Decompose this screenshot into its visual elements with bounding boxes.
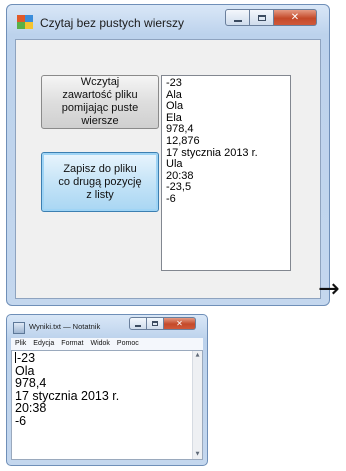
maximize-icon [152,321,158,326]
form-titlebar[interactable]: Czytaj bez pustych wierszy ✕ [7,5,329,39]
menu-view[interactable]: Widok [90,338,109,350]
menu-help[interactable]: Pomoc [117,338,139,350]
listbox-item[interactable]: -6 [166,193,290,206]
text-caret [15,352,16,363]
listbox-item[interactable]: -23,5 [166,182,290,194]
notepad-menubar: Plik Edycja Format Widok Pomoc [11,338,203,350]
text-line: 20:38 [15,401,47,415]
save-file-button-label: Zapisz do pliku co drugą pozycję z listy [58,162,142,201]
minimize-icon [135,324,141,327]
listbox-item[interactable]: Ula [166,159,290,171]
notepad-caption-buttons: ✕ [129,317,196,330]
scroll-down-icon[interactable]: ▼ [193,450,202,459]
notepad-window: Wyniki.txt — Notatnik ✕ Plik Edycja Form… [6,314,208,466]
listbox-item[interactable]: Ola [166,101,290,113]
notepad-icon [13,322,25,334]
text-line: 978,4 [15,376,47,390]
items-listbox[interactable]: -23 Ala Ola Ela 978,4 12,876 17 stycznia… [161,75,291,271]
app-icon [17,15,33,29]
notepad-close-button[interactable]: ✕ [164,317,196,330]
scroll-up-icon[interactable]: ▲ [193,351,202,360]
text-line-content: -23 [17,351,36,365]
listbox-item[interactable]: 12,876 [166,135,290,148]
vertical-scrollbar[interactable]: ▲ ▼ [192,351,202,459]
notepad-text: -23 Ola 978,4 17 stycznia 2013 r. 20:38 … [15,352,119,427]
notepad-title: Wyniki.txt — Notatnik [29,322,101,331]
arrow-right-icon: → [318,274,340,304]
notepad-text-area[interactable]: -23 Ola 978,4 17 stycznia 2013 r. 20:38 … [11,350,203,460]
text-line: -23 [15,352,119,365]
notepad-maximize-button[interactable] [147,317,164,330]
menu-edit[interactable]: Edycja [33,338,54,350]
maximize-button[interactable] [250,9,274,26]
load-file-button-label: Wczytaj zawartość pliku pomijając puste … [61,76,139,127]
form-window: Czytaj bez pustych wierszy ✕ Wczytaj zaw… [6,4,330,306]
load-file-button[interactable]: Wczytaj zawartość pliku pomijając puste … [41,75,159,129]
close-icon: ✕ [290,12,300,23]
menu-format[interactable]: Format [61,338,83,350]
listbox-item[interactable]: Ala [166,89,290,102]
minimize-icon [233,19,242,22]
form-client-area: Wczytaj zawartość pliku pomijając puste … [15,39,321,299]
close-button[interactable]: ✕ [274,9,317,26]
close-icon: ✕ [176,319,183,328]
save-file-button[interactable]: Zapisz do pliku co drugą pozycję z listy [41,152,159,212]
maximize-icon [257,14,266,21]
form-title: Czytaj bez pustych wierszy [40,16,185,30]
form-caption-buttons: ✕ [225,9,317,26]
text-line: -6 [15,413,27,428]
minimize-button[interactable] [225,9,250,26]
listbox-item[interactable]: 17 stycznia 2013 r. [166,147,290,160]
notepad-minimize-button[interactable] [129,317,147,330]
listbox-item[interactable]: -23 [166,77,290,90]
menu-file[interactable]: Plik [15,338,26,350]
